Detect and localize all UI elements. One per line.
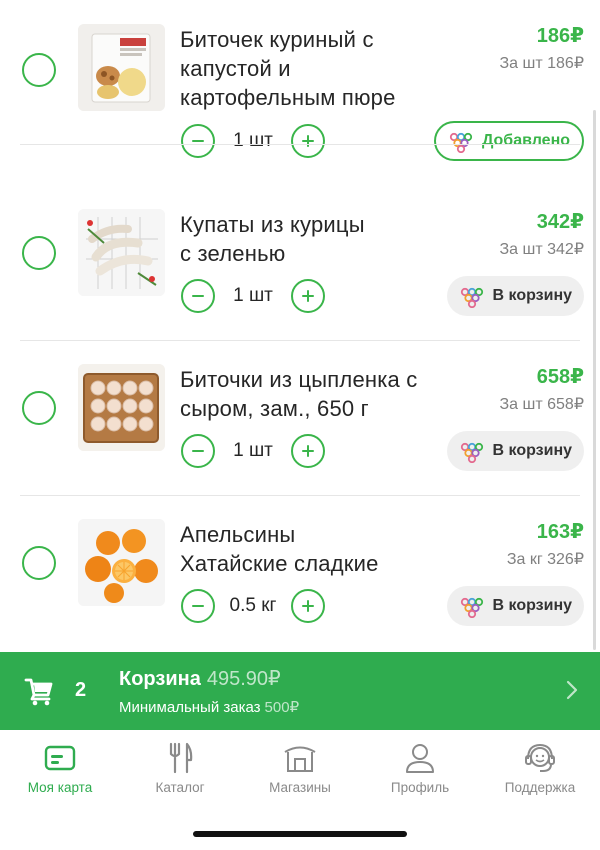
tab-label: Магазины — [269, 780, 331, 795]
product-title-line: Апельсины — [180, 522, 296, 547]
card-icon — [44, 745, 76, 771]
product-title-line: Биточки из цыпленка с — [180, 367, 418, 392]
store-icon — [284, 746, 316, 772]
product-price: 163₽ — [536, 521, 584, 543]
product-title-line: капустой и — [180, 56, 291, 81]
increment-button[interactable] — [291, 589, 325, 623]
tab-my-card[interactable]: Моя карта — [0, 740, 120, 795]
list-item: Купаты из курицы с зеленью 342₽ За шт 34… — [0, 186, 600, 341]
tab-stores[interactable]: Магазины — [240, 740, 360, 795]
list-item: Биточки из цыпленка с сыром, зам., 650 г… — [0, 341, 600, 496]
min-order-row: Минимальный заказ 500₽ — [119, 698, 299, 716]
cart-count: 2 — [75, 679, 87, 701]
product-title: Купаты из курицы с зеленью — [180, 210, 460, 268]
cart-button-label: В корзину — [492, 442, 572, 459]
increment-button[interactable] — [291, 279, 325, 313]
cart-label: Корзина — [119, 668, 201, 690]
person-icon — [406, 744, 434, 773]
quantity-stepper: 0.5 кг — [181, 589, 325, 623]
cutlery-icon — [169, 742, 193, 774]
unit-price: За шт 186₽ — [499, 55, 585, 72]
product-title-line: Купаты из курицы — [180, 212, 365, 237]
decrement-button[interactable] — [181, 589, 215, 623]
product-image[interactable] — [78, 364, 165, 451]
min-order-label: Минимальный заказ — [119, 699, 261, 716]
quantity-value: 1 шт — [233, 440, 273, 461]
quantity-stepper: 1 шт — [181, 434, 325, 468]
add-to-cart-button[interactable]: В корзину — [446, 586, 584, 626]
product-title-line: сыром, зам., 650 г — [180, 396, 369, 421]
shopping-cart-icon — [24, 678, 53, 706]
basket-logo-icon — [460, 287, 483, 308]
quantity-stepper: 1 шт — [181, 279, 325, 313]
cart-title: Корзина 495.90₽ — [119, 666, 281, 691]
product-title-line: Биточек куриный с — [180, 27, 374, 52]
product-price: 186₽ — [536, 25, 584, 47]
increment-button[interactable] — [291, 124, 325, 158]
cart-item-list[interactable]: Биточек куриный с капустой и картофельны… — [0, 0, 600, 652]
basket-logo-icon — [460, 442, 483, 463]
tab-label: Профиль — [390, 780, 450, 795]
unit-price: За кг 326₽ — [506, 551, 584, 568]
select-radio[interactable] — [22, 53, 56, 87]
product-title-line: картофельным пюре — [180, 85, 396, 110]
cart-button-label: Добавлено — [481, 132, 570, 149]
add-to-cart-button[interactable]: В корзину — [446, 431, 584, 471]
basket-logo-icon — [449, 132, 473, 153]
product-title: Биточек куриный с капустой и картофельны… — [180, 25, 460, 112]
headset-icon — [525, 743, 555, 772]
cart-button-label: В корзину — [492, 287, 572, 304]
scrollbar[interactable] — [593, 110, 596, 650]
product-title: Апельсины Хатайские сладкие — [180, 520, 460, 578]
quantity-value: 1 шт — [233, 285, 273, 306]
tab-profile[interactable]: Профиль — [360, 740, 480, 795]
unit-price: За шт 342₽ — [499, 241, 585, 258]
tab-support[interactable]: Поддержка — [480, 740, 600, 795]
tab-catalog[interactable]: Каталог — [120, 740, 240, 795]
quantity-value: 1 шт — [233, 130, 273, 151]
product-price: 658₽ — [536, 366, 584, 388]
tab-label: Моя карта — [27, 780, 93, 795]
basket-logo-icon — [460, 597, 483, 618]
select-radio[interactable] — [22, 236, 56, 270]
tab-label: Каталог — [155, 780, 205, 795]
add-to-cart-button[interactable]: В корзину — [446, 276, 584, 316]
unit-price: За шт 658₽ — [499, 396, 585, 413]
quantity-value: 0.5 кг — [229, 595, 277, 616]
list-item: Биточек куриный с капустой и картофельны… — [0, 0, 600, 161]
chevron-right-icon — [566, 680, 578, 700]
product-price: 342₽ — [536, 211, 584, 233]
decrement-button[interactable] — [181, 434, 215, 468]
product-image[interactable] — [78, 209, 165, 296]
decrement-button[interactable] — [181, 279, 215, 313]
min-order-value: 500₽ — [264, 699, 300, 716]
product-image[interactable] — [78, 519, 165, 606]
product-title-line: Хатайские сладкие — [180, 551, 379, 576]
tab-label: Поддержка — [504, 780, 576, 795]
product-title-line: с зеленью — [180, 241, 286, 266]
product-title: Биточки из цыпленка с сыром, зам., 650 г — [180, 365, 460, 423]
increment-button[interactable] — [291, 434, 325, 468]
decrement-button[interactable] — [181, 124, 215, 158]
select-radio[interactable] — [22, 391, 56, 425]
quantity-stepper: 1 шт — [181, 124, 325, 158]
home-indicator[interactable] — [193, 831, 407, 837]
cart-button-label: В корзину — [492, 597, 572, 614]
cart-total: 495.90₽ — [206, 668, 281, 690]
list-item: Апельсины Хатайские сладкие 163₽ За кг 3… — [0, 496, 600, 651]
cart-summary-bar[interactable]: 2 Корзина 495.90₽ Минимальный заказ 500₽ — [0, 652, 600, 730]
product-image[interactable] — [78, 24, 165, 111]
divider — [20, 144, 580, 145]
bottom-tab-bar: Моя карта Каталог Магазины Профиль Подде… — [0, 730, 600, 850]
added-to-cart-button[interactable]: Добавлено — [433, 121, 584, 161]
select-radio[interactable] — [22, 546, 56, 580]
